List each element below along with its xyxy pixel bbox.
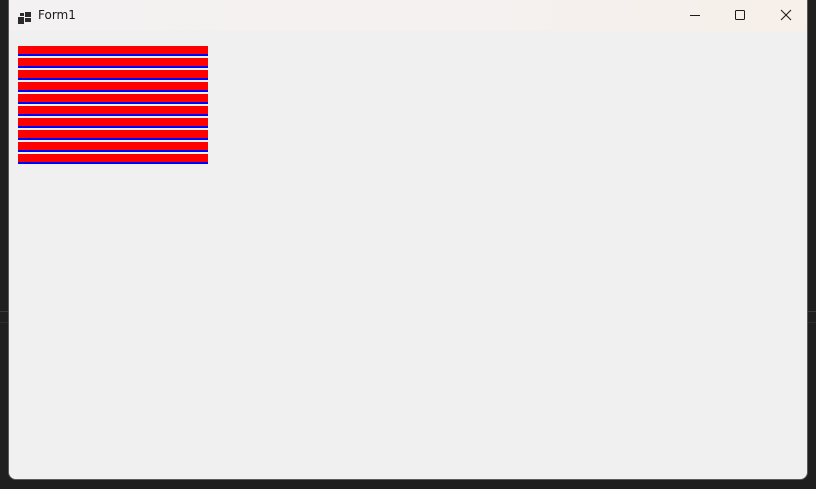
stripe-bar [18,58,208,68]
stripe-bar [18,106,208,116]
windows-forms-app-icon [18,9,32,24]
maximize-icon [734,6,746,25]
striped-panel [18,46,208,166]
title-bar[interactable]: Form1 [9,0,807,31]
close-button[interactable] [763,0,807,31]
maximize-button[interactable] [717,0,763,31]
stripe-bar [18,154,208,164]
form-client-area [9,31,807,479]
stripe-bar [18,130,208,140]
stripe-bar [18,46,208,56]
window-title: Form1 [38,8,76,22]
stripe-bar [18,82,208,92]
close-icon [780,6,792,25]
stripe-bar [18,70,208,80]
stripe-bar [18,142,208,152]
form-window: Form1 [8,0,808,480]
minimize-icon [689,6,701,25]
minimize-button[interactable] [672,0,718,31]
stripe-bar [18,118,208,128]
stripe-bar [18,94,208,104]
